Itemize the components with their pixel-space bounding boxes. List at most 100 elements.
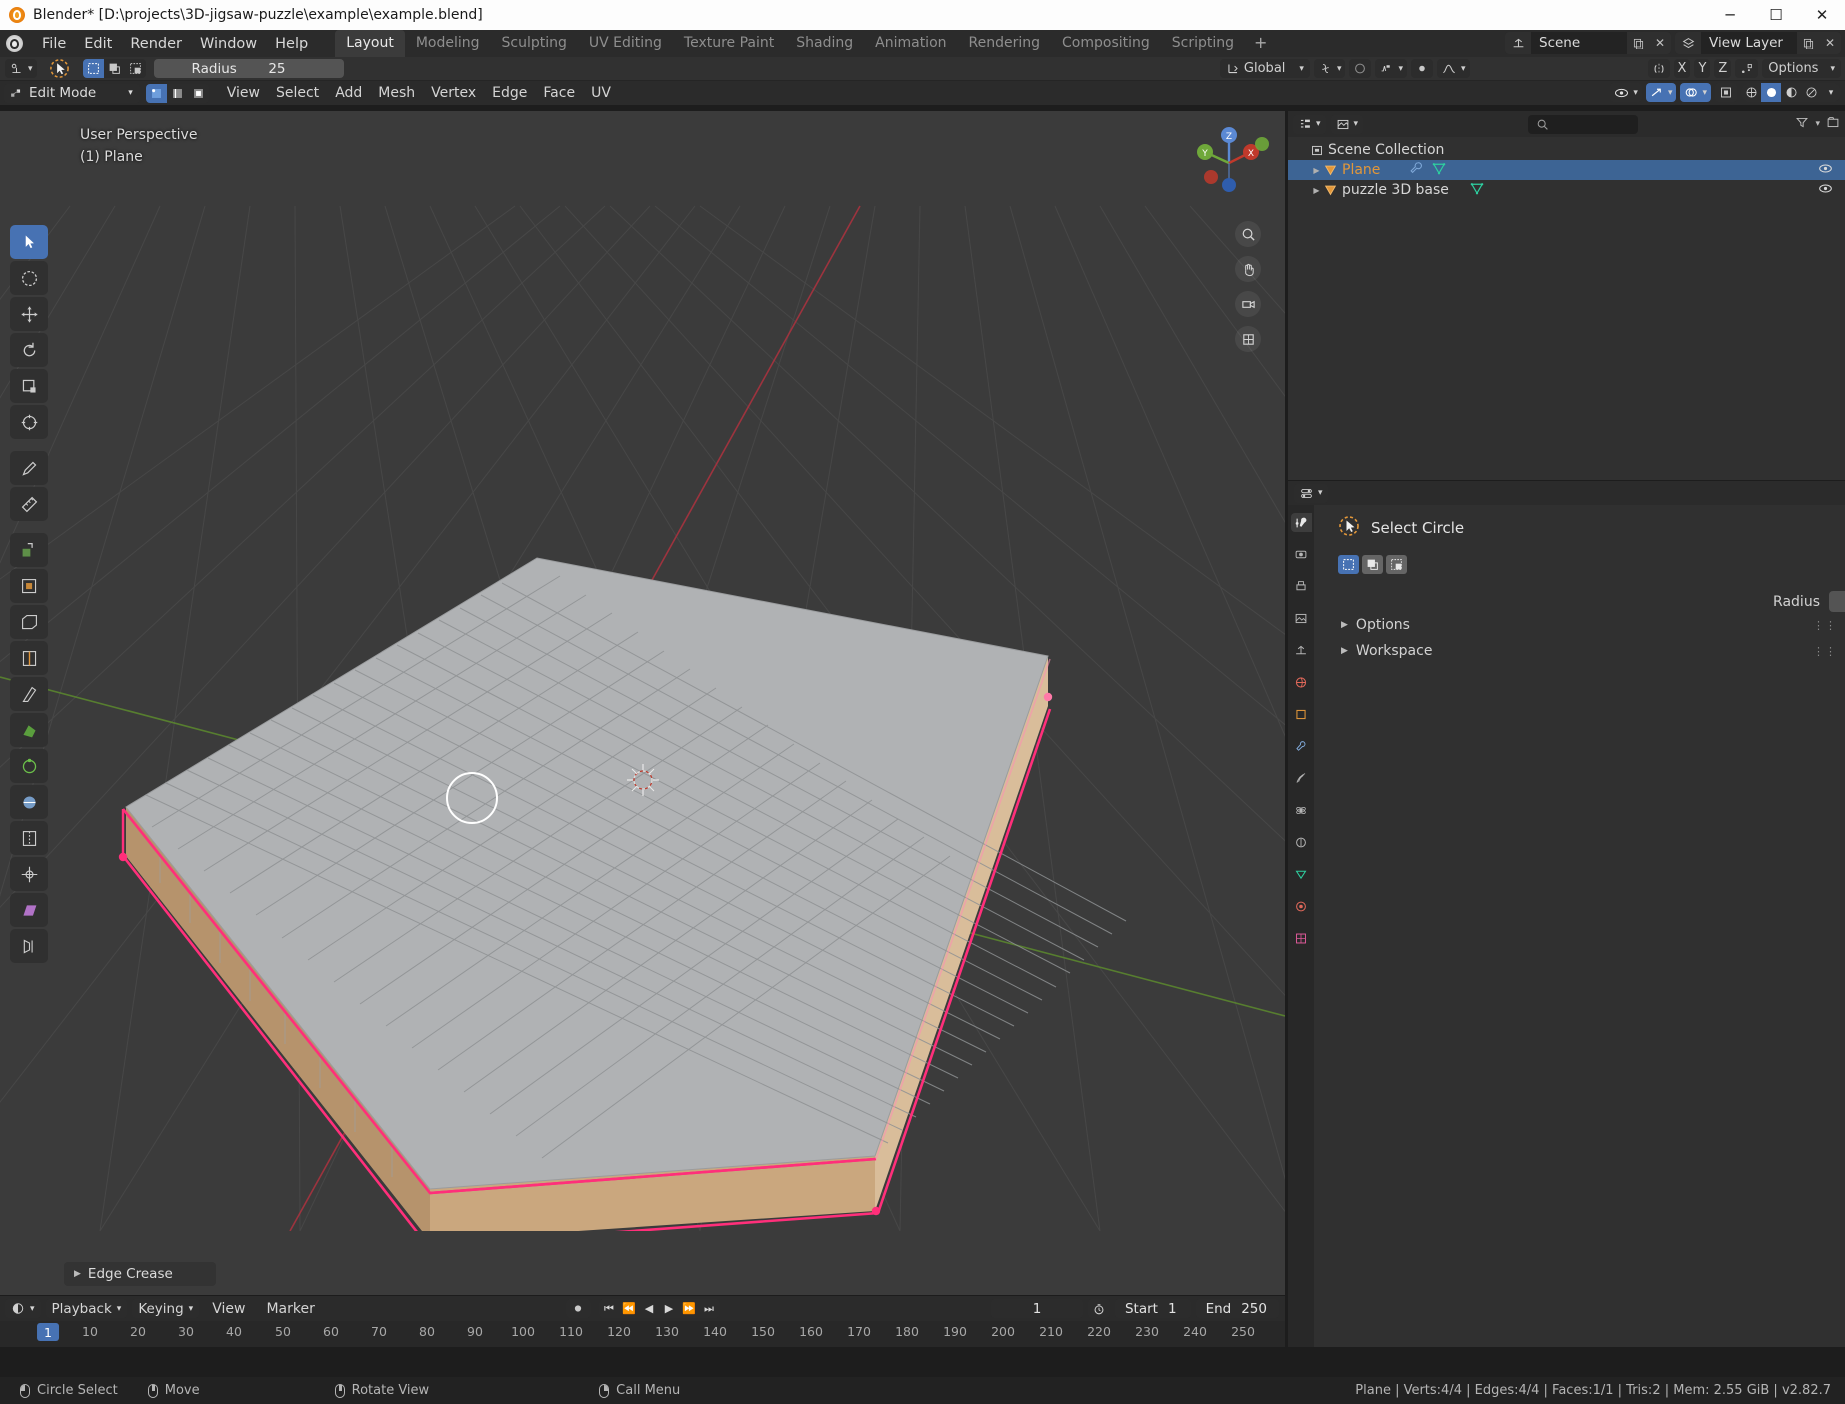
properties-tab-world[interactable] [1291,673,1312,692]
auto-keyframe-button[interactable] [566,1299,590,1318]
workspace-tab-modeling[interactable]: Modeling [405,30,491,57]
delete-scene-button[interactable]: ✕ [1649,32,1671,54]
filter-icon[interactable] [1795,116,1809,132]
playhead[interactable]: 1 [37,1323,59,1341]
outliner-row-scene-collection[interactable]: Scene Collection [1288,140,1845,160]
solid-shading-button[interactable] [1761,83,1781,102]
tool-tweak[interactable] [10,225,48,259]
proportional-editing-toggle[interactable] [1349,59,1371,78]
maximize-button[interactable]: ☐ [1753,0,1799,30]
options-dropdown[interactable]: Options ▾ [1762,59,1841,78]
properties-tab-output[interactable] [1291,577,1312,596]
properties-tab-render[interactable] [1291,545,1312,564]
properties-tab-object[interactable] [1291,705,1312,724]
prev-keyframe-button[interactable]: ⏪ [619,1299,639,1318]
properties-radius-field[interactable]: 25 [1829,591,1845,612]
face-select-mode-button[interactable] [188,84,209,103]
viewport-menu-vertex[interactable]: Vertex [423,83,484,103]
disclosure-triangle-icon[interactable]: ▶ [1310,166,1323,175]
outliner-search-input[interactable] [1528,115,1638,134]
use-preview-range-icon[interactable] [1088,1299,1110,1318]
mesh-data-icon[interactable] [1431,161,1447,180]
workspace-tab-rendering[interactable]: Rendering [958,30,1052,57]
current-frame-field[interactable]: 1 [991,1299,1083,1318]
close-button[interactable]: ✕ [1799,0,1845,30]
select-subtract-button[interactable] [125,59,146,78]
select-mode-segment[interactable] [83,59,146,78]
workspace-tab-layout[interactable]: Layout [335,30,405,57]
tool-knife[interactable] [10,677,48,711]
proportional-falloff-toggle[interactable] [1411,59,1433,78]
properties-tab-data[interactable] [1291,865,1312,884]
properties-panel-options[interactable]: ▶ Options ⋮⋮ [1314,612,1845,638]
tool-scale[interactable] [10,369,48,403]
transform-orientation-dropdown[interactable]: Global ▾ [1220,59,1310,78]
tool-select-circle[interactable] [10,261,48,295]
outliner-display-mode-dropdown[interactable]: ▾ [1331,115,1364,134]
xray-toggle-icon[interactable] [1715,83,1737,102]
menu-help[interactable]: Help [266,33,317,55]
tool-transform[interactable] [10,405,48,439]
viewport-menu-select[interactable]: Select [268,83,327,103]
workspace-tab-texture-paint[interactable]: Texture Paint [673,30,785,57]
tool-edge-slide[interactable] [10,821,48,855]
workspace-tab-animation[interactable]: Animation [864,30,957,57]
next-keyframe-button[interactable]: ⏩ [679,1299,699,1318]
blender-logo-icon[interactable] [6,35,23,52]
operator-redo-panel[interactable]: ▶ Edge Crease [64,1262,216,1286]
new-viewlayer-button[interactable] [1797,32,1819,54]
tool-bevel[interactable] [10,605,48,639]
new-collection-icon[interactable] [1826,116,1840,132]
tool-shear[interactable] [10,893,48,927]
tool-spin[interactable] [10,749,48,783]
viewport-menu-face[interactable]: Face [535,83,583,103]
properties-tab-modifiers[interactable] [1291,737,1312,756]
timeline-menu-playback[interactable]: Playback ▾ [46,1299,128,1318]
select-extend-button[interactable] [104,59,125,78]
rendered-shading-button[interactable] [1801,83,1821,102]
properties-panel-workspace[interactable]: ▶ Workspace ⋮⋮ [1314,638,1845,664]
viewport-3d[interactable]: User Perspective (1) Plane [0,111,1285,1295]
tool-rotate[interactable] [10,333,48,367]
wireframe-shading-button[interactable] [1741,83,1761,102]
jump-to-end-button[interactable]: ⏭ [699,1299,719,1318]
falloff-curve-dropdown[interactable]: ▾ [1437,59,1470,78]
outliner-row-plane[interactable]: ▶ Plane [1288,160,1845,180]
timeline-menu-view[interactable]: View [204,1299,253,1319]
mirror-options-dropdown[interactable]: ▾ [1375,59,1407,78]
tool-extrude-region[interactable] [10,533,48,567]
properties-tab-physics[interactable] [1291,801,1312,820]
mirror-x-icon[interactable] [1648,59,1670,78]
properties-tab-particles[interactable] [1291,769,1312,788]
select-new-button[interactable] [1338,555,1359,574]
vertex-select-mode-button[interactable] [146,84,167,103]
navigation-gizmo[interactable]: Z Y X [1185,119,1273,207]
menu-window[interactable]: Window [191,33,266,55]
camera-view-icon[interactable] [1235,291,1261,317]
add-workspace-button[interactable]: + [1245,30,1276,57]
zoom-icon[interactable] [1235,221,1261,247]
material-preview-button[interactable] [1781,83,1801,102]
delete-viewlayer-button[interactable]: ✕ [1819,32,1841,54]
tool-shrink-fatten[interactable] [10,857,48,891]
viewport-menu-edge[interactable]: Edge [484,83,535,103]
play-button[interactable]: ▶ [659,1299,679,1318]
tool-loop-cut[interactable] [10,641,48,675]
properties-tab-constraints[interactable] [1291,833,1312,852]
jump-to-start-button[interactable]: ⏮ [599,1299,619,1318]
tool-settings-dropdown[interactable]: ▾ [5,59,37,78]
disclosure-triangle-icon[interactable]: ▶ [1310,186,1323,195]
workspace-tab-sculpting[interactable]: Sculpting [491,30,578,57]
orthographic-toggle-icon[interactable] [1235,326,1261,352]
viewport-menu-add[interactable]: Add [327,83,370,103]
tool-rip-region[interactable] [10,929,48,963]
scene-selector[interactable]: Scene ✕ [1505,32,1671,54]
viewport-shading-segment[interactable]: ▾ [1741,83,1841,102]
edge-select-mode-button[interactable] [167,84,188,103]
tool-smooth[interactable] [10,785,48,819]
mesh-select-mode-segment[interactable] [146,84,209,103]
select-new-button[interactable] [83,59,104,78]
workspace-tab-shading[interactable]: Shading [785,30,864,57]
shading-options-dropdown[interactable]: ▾ [1821,83,1841,102]
active-tool-icon[interactable] [46,58,74,80]
